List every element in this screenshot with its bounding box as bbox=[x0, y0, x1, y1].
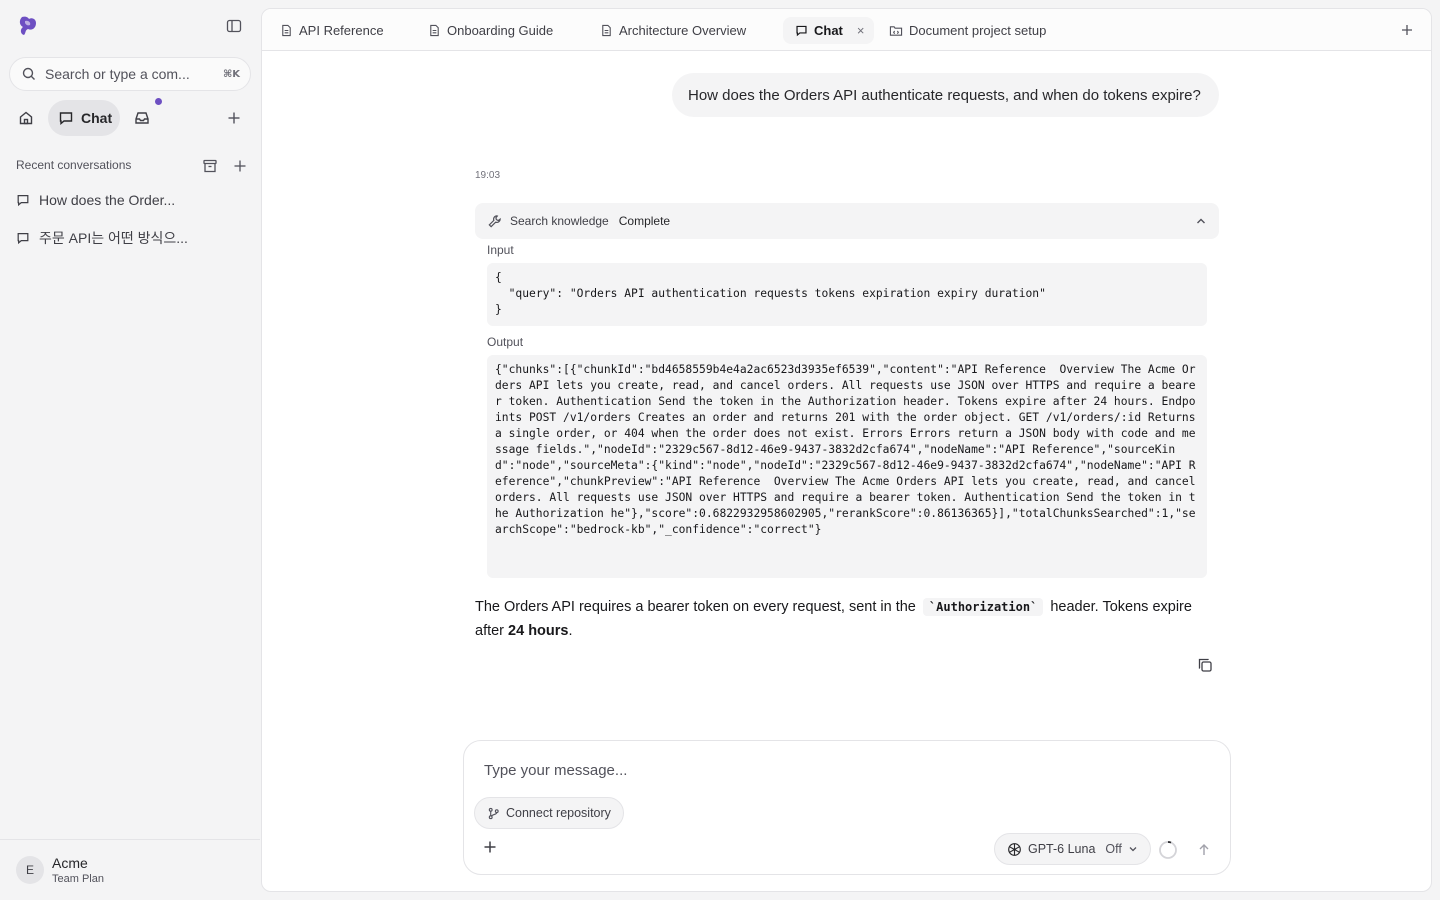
tab-bar: API Reference Onboarding Guide Architect… bbox=[262, 9, 1431, 51]
tab-label: API Reference bbox=[299, 23, 384, 38]
conversation-title: 주문 API는 어떤 방식으... bbox=[39, 230, 188, 246]
tab-label: Chat bbox=[814, 23, 843, 38]
workspace-name: Acme bbox=[52, 855, 88, 871]
conversation-item[interactable]: How does the Order... bbox=[16, 188, 246, 212]
tab-label: Architecture Overview bbox=[619, 23, 747, 38]
chevron-up-icon[interactable] bbox=[1195, 215, 1207, 227]
connect-repository-label: Connect repository bbox=[506, 806, 611, 820]
user-message: How does the Orders API authenticate req… bbox=[672, 73, 1219, 117]
tab-document-project-setup[interactable]: Document project setup bbox=[889, 17, 1046, 44]
sidebar: ⌘K Chat Recent conversations bbox=[0, 0, 260, 900]
chat-icon bbox=[796, 25, 807, 37]
workspace-plan: Team Plan bbox=[52, 873, 104, 885]
conversation-item[interactable]: 주문 API는 어떤 방식으... bbox=[16, 226, 246, 250]
tool-input-code: { "query": "Orders API authentication re… bbox=[487, 263, 1207, 326]
answer-bold-text: 24 hours bbox=[508, 623, 569, 639]
document-icon bbox=[282, 24, 291, 37]
chevron-down-icon bbox=[1129, 847, 1137, 852]
model-name: GPT-6 Luna bbox=[1028, 842, 1096, 856]
inbox-icon bbox=[135, 112, 149, 124]
connect-repository-button[interactable]: Connect repository bbox=[474, 797, 624, 829]
tab-chat[interactable]: Chat × bbox=[783, 17, 875, 44]
git-branch-icon bbox=[488, 807, 499, 819]
tab-onboarding-guide[interactable]: Onboarding Guide bbox=[428, 17, 553, 44]
tool-output-label: Output bbox=[487, 335, 524, 349]
tool-call-header[interactable]: Search knowledge Complete bbox=[475, 203, 1219, 239]
new-tab-icon[interactable] bbox=[1397, 20, 1417, 40]
inbox-button[interactable] bbox=[130, 106, 154, 130]
tool-input-label: Input bbox=[487, 243, 514, 257]
conversation-title: How does the Order... bbox=[39, 192, 176, 208]
new-conversation-icon[interactable] bbox=[232, 158, 248, 174]
tool-output-code: {"chunks":[{"chunkId":"bd4658559b4e4a2ac… bbox=[487, 355, 1207, 578]
attach-plus-icon[interactable] bbox=[482, 839, 498, 855]
search-shortcut: ⌘K bbox=[222, 68, 240, 80]
avatar: E bbox=[16, 856, 44, 884]
inbox-unread-dot bbox=[155, 98, 162, 105]
close-icon[interactable]: × bbox=[857, 23, 865, 38]
app-logo[interactable] bbox=[16, 14, 40, 38]
answer-inline-code: `Authorization` bbox=[922, 598, 1044, 616]
copy-icon[interactable] bbox=[1195, 655, 1215, 675]
assistant-answer: The Orders API requires a bearer token o… bbox=[475, 595, 1215, 643]
chat-icon bbox=[59, 112, 73, 125]
plus-icon bbox=[228, 112, 240, 124]
command-search[interactable]: ⌘K bbox=[9, 57, 251, 91]
message-input[interactable] bbox=[484, 759, 1184, 781]
tool-name: Search knowledge bbox=[510, 214, 609, 228]
sidebar-nav: Chat bbox=[0, 98, 260, 136]
main-panel: API Reference Onboarding Guide Architect… bbox=[261, 8, 1432, 892]
wrench-icon bbox=[488, 214, 501, 228]
search-input[interactable] bbox=[45, 66, 195, 82]
nav-chat-button[interactable]: Chat bbox=[48, 100, 120, 136]
tab-label: Onboarding Guide bbox=[447, 23, 554, 38]
tool-status: Complete bbox=[618, 214, 671, 228]
tab-architecture-overview[interactable]: Architecture Overview bbox=[600, 17, 746, 44]
document-icon bbox=[602, 24, 611, 37]
new-item-button[interactable] bbox=[222, 106, 246, 130]
chat-bubble-icon bbox=[17, 195, 29, 207]
loading-spinner-icon bbox=[1158, 840, 1178, 860]
model-selector[interactable]: GPT-6 Luna Off bbox=[994, 833, 1151, 865]
answer-text: The Orders API requires a bearer token o… bbox=[475, 599, 916, 615]
home-icon bbox=[19, 111, 33, 125]
send-arrow-icon[interactable] bbox=[1194, 840, 1214, 860]
tab-label: Document project setup bbox=[909, 23, 1047, 38]
user-account[interactable]: E Acme Team Plan bbox=[0, 839, 260, 900]
document-icon bbox=[430, 24, 439, 37]
sidebar-toggle-icon[interactable] bbox=[224, 16, 244, 36]
chat-bubble-icon bbox=[17, 233, 29, 245]
model-mode: Off bbox=[1105, 842, 1122, 856]
openai-icon bbox=[1008, 842, 1021, 856]
tab-api-reference[interactable]: API Reference bbox=[280, 17, 384, 44]
message-composer: Connect repository GPT-6 Luna Off bbox=[463, 740, 1231, 875]
message-timestamp: 19:03 bbox=[475, 170, 501, 181]
nav-chat-label: Chat bbox=[81, 110, 113, 126]
archive-icon[interactable] bbox=[202, 158, 218, 174]
search-icon bbox=[22, 67, 36, 81]
folder-code-icon bbox=[889, 26, 903, 36]
answer-text: . bbox=[568, 623, 573, 639]
home-button[interactable] bbox=[14, 106, 38, 130]
